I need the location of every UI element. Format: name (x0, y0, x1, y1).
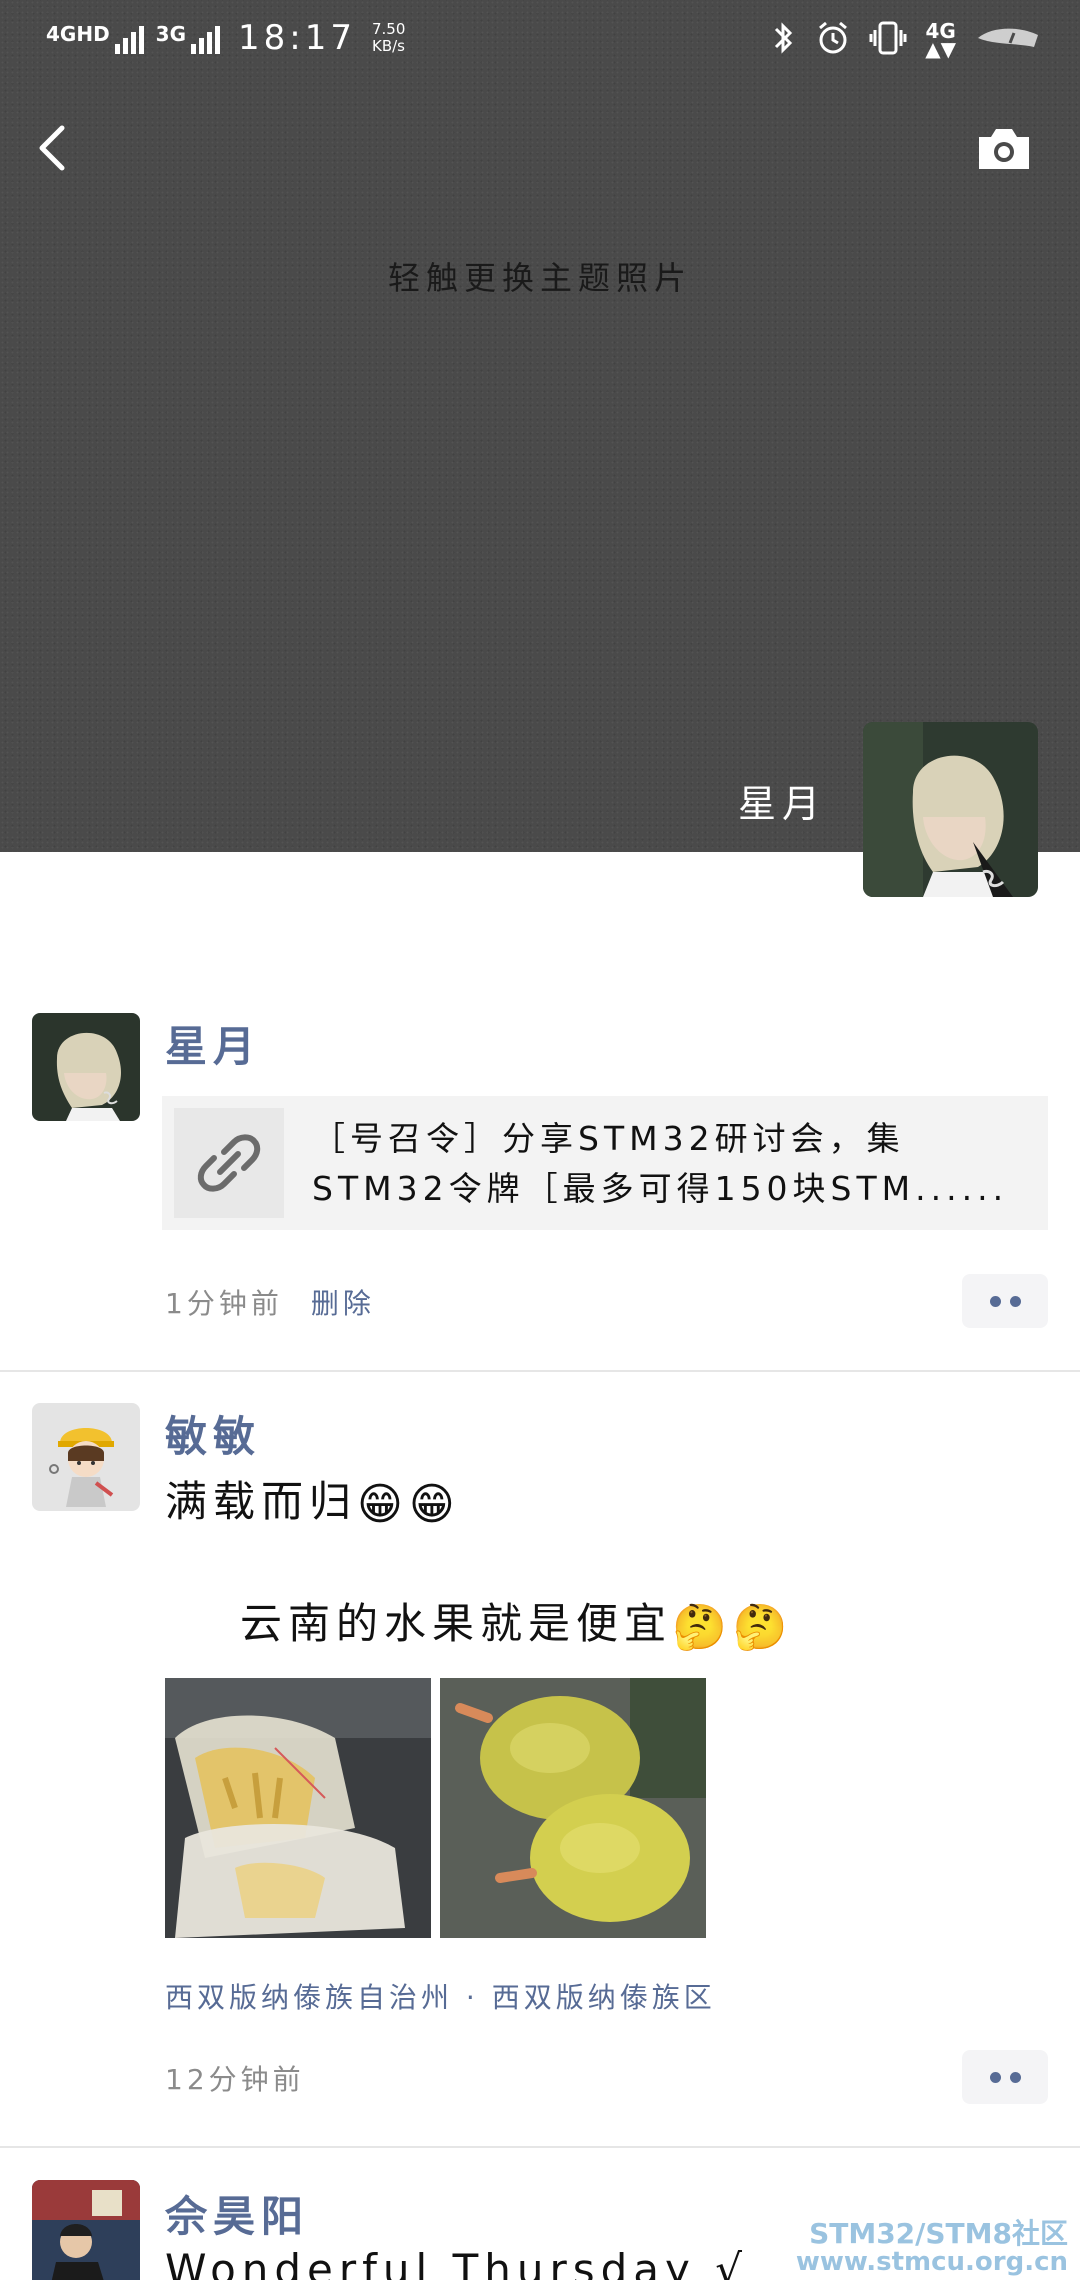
vibrate-icon (869, 20, 907, 60)
post-author-avatar[interactable] (32, 2180, 140, 2280)
signal-2: 3G (155, 22, 221, 54)
signal-1: 4GHD (46, 22, 144, 54)
network-speed: 7.50 KB/s (372, 21, 405, 55)
link-icon-box (174, 1108, 284, 1218)
post-text-1: 满载而归 (165, 1477, 358, 1526)
back-button[interactable] (30, 118, 80, 178)
more-actions-button[interactable] (962, 2050, 1048, 2104)
post-photo-2[interactable] (440, 1678, 706, 1938)
dot-icon (989, 1295, 1001, 1307)
post-author-name[interactable]: 佘昊阳 (165, 2183, 309, 2244)
chevron-left-icon (39, 125, 65, 171)
profile-avatar[interactable] (863, 722, 1038, 897)
dot-icon (1009, 1295, 1021, 1307)
post-time: 1分钟前 (165, 1287, 283, 1320)
post-meta: 1分钟前 删除 (165, 1282, 375, 1322)
shared-link-card[interactable]: ［号召令］分享STM32研讨会，集STM32令牌［最多可得150块STM....… (162, 1096, 1048, 1230)
post-divider (0, 1370, 1080, 1372)
camera-button[interactable] (975, 125, 1033, 173)
post-time: 12分钟前 (165, 2063, 305, 2096)
dot-icon (1009, 2071, 1021, 2083)
link-title: ［号召令］分享STM32研讨会，集STM32令牌［最多可得150块STM....… (312, 1119, 1009, 1208)
watermark-line-2: www.stmcu.org.cn (795, 2247, 1068, 2277)
thinking-emoji-icon: 🤔🤔 (672, 1601, 794, 1653)
signal-2-label: 3G (155, 22, 187, 46)
speed-unit: KB/s (372, 37, 405, 55)
post-divider (0, 2146, 1080, 2148)
avatar-image (32, 1403, 140, 1511)
alarm-icon (815, 20, 851, 60)
post-text-2: 云南的水果就是便宜 (240, 1599, 673, 1648)
post-author-avatar[interactable] (32, 1013, 140, 1121)
signal-bars-icon (191, 22, 221, 54)
status-bar: 4GHD 3G 18:17 7.50 KB/s 4G ▲▼ (0, 0, 1080, 82)
post-text-line-1: 满载而归😁😁 (165, 1468, 461, 1530)
post-photo-1[interactable] (165, 1678, 431, 1938)
site-watermark: STM32/STM8社区 www.stmcu.org.cn (795, 2217, 1068, 2277)
post-meta: 12分钟前 (165, 2058, 305, 2098)
photo-image (165, 1678, 431, 1938)
more-actions-button[interactable] (962, 1274, 1048, 1328)
network-label: 4G (925, 19, 956, 43)
signal-bars-icon (114, 22, 144, 54)
signal-1-label: 4GHD (46, 22, 110, 46)
network-4g-icon: 4G ▲▼ (925, 19, 956, 61)
post-author-name[interactable]: 星月 (165, 1013, 261, 1074)
avatar-image (32, 2180, 140, 2280)
link-icon (197, 1134, 261, 1192)
camera-icon (979, 129, 1029, 169)
delete-button[interactable]: 删除 (311, 1287, 375, 1320)
dot-icon (989, 2071, 1001, 2083)
post-author-name[interactable]: 敏敏 (165, 1403, 261, 1464)
clock: 18:17 (238, 18, 356, 58)
battery-icon (974, 23, 1044, 57)
photo-image (440, 1678, 706, 1938)
avatar-image (863, 722, 1038, 897)
speed-value: 7.50 (372, 20, 406, 38)
watermark-line-1: STM32/STM8社区 (809, 2217, 1068, 2250)
post-location[interactable]: 西双版纳傣族自治州 · 西双版纳傣族区 (165, 1976, 716, 2016)
avatar-image (32, 1013, 140, 1121)
post-text-line-2: 云南的水果就是便宜🤔🤔 (240, 1590, 794, 1653)
grin-emoji-icon: 😁😁 (357, 1479, 461, 1530)
profile-name: 星月 (737, 782, 826, 826)
post-text: Wonderful Thursday √ (165, 2245, 748, 2280)
cover-hint[interactable]: 轻触更换主题照片 (0, 253, 1080, 299)
post-author-avatar[interactable] (32, 1403, 140, 1511)
bluetooth-icon (771, 20, 797, 60)
